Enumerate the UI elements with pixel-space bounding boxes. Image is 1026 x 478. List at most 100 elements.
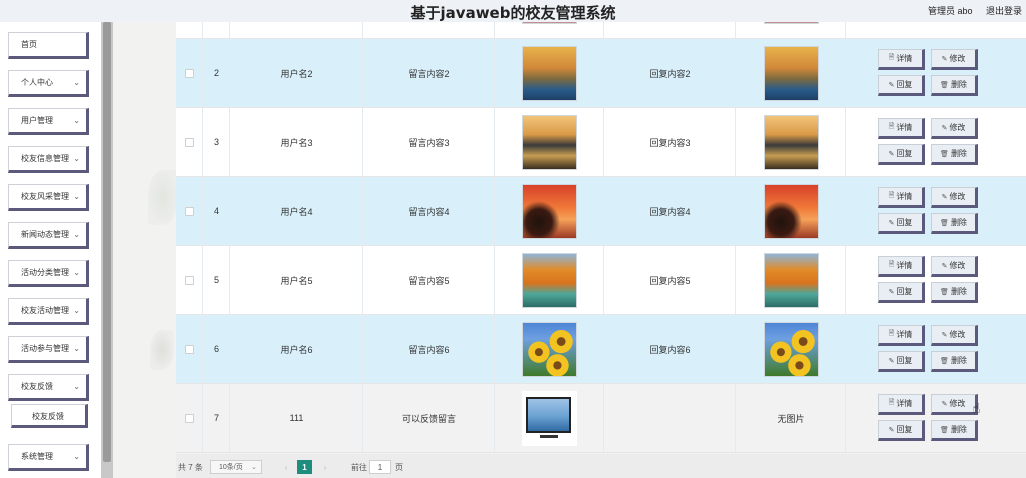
reply-label: 回复 (896, 149, 913, 158)
sidebar-item[interactable]: 活动分类管理 ⌄ (8, 260, 89, 287)
scrollbar-thumb[interactable] (103, 22, 111, 462)
row-checkbox[interactable] (185, 345, 194, 354)
page-unit-label: 页 (395, 462, 403, 472)
reply-button[interactable]: ✎ 回复 (878, 282, 925, 303)
row-checkbox[interactable] (185, 138, 194, 147)
record-image (522, 322, 577, 377)
row-checkbox[interactable] (185, 276, 194, 285)
sidebar-item[interactable]: 活动参与管理 ⌄ (8, 336, 89, 363)
delete-label: 删除 (950, 425, 967, 434)
sidebar-item[interactable]: 校友信息管理 ⌄ (8, 146, 89, 173)
delete-button[interactable]: 🗑 删除 (931, 144, 978, 165)
sidebar-item-label: 首页 (21, 40, 37, 49)
record-image (522, 391, 577, 446)
detail-button[interactable]: 🗎 详情 (878, 325, 925, 346)
sidebar-item[interactable]: 校友反馈 ⌄ (8, 374, 89, 401)
reply-cell: 回复内容4 (649, 206, 691, 217)
edit-icon: ✎ (941, 193, 948, 201)
record-image (522, 115, 577, 170)
edit-icon: ✎ (941, 124, 948, 132)
row-checkbox[interactable] (185, 414, 194, 423)
detail-button[interactable]: 🗎 详情 (878, 187, 925, 208)
delete-button[interactable]: 🗑 删除 (931, 282, 978, 303)
sidebar-item-label: 活动参与管理 (21, 344, 69, 353)
edit-button[interactable]: ✎ 修改 (931, 325, 978, 346)
sidebar: 首页 个人中心 ⌄ 用户管理 ⌄ 校友信息管理 ⌄ 校友风采管理 ⌄ 新闻动态管理 ⌄ 活动分类管理 ⌄… (0, 22, 101, 478)
message-cell: 留言内容4 (408, 206, 450, 217)
edit-button[interactable]: ✎ 修改 (931, 394, 978, 415)
page-number-button[interactable]: 1 (297, 460, 312, 474)
reply-button[interactable]: ✎ 回复 (878, 213, 925, 234)
reply-icon: ✎ (888, 288, 895, 296)
message-cell: 可以反馈留言 (401, 413, 456, 424)
sidebar-item[interactable]: 新闻动态管理 ⌄ (8, 222, 89, 249)
delete-button[interactable]: 🗑 删除 (931, 420, 978, 441)
detail-button[interactable]: 🗎 详情 (878, 118, 925, 139)
reply-button[interactable]: ✎ 回复 (878, 351, 925, 372)
tv-stand (540, 435, 558, 438)
edit-button[interactable]: ✎ 修改 (931, 118, 978, 139)
username-cell: 111 (289, 413, 304, 423)
next-page-button[interactable]: › (317, 460, 333, 474)
reply-image (764, 322, 819, 377)
reply-image (764, 46, 819, 101)
delete-icon: 🗑 (940, 426, 949, 434)
row-index: 3 (213, 137, 219, 147)
detail-label: 详情 (896, 123, 913, 132)
delete-icon: 🗑 (940, 81, 949, 89)
chevron-right-icon: › (323, 462, 327, 472)
table-row: 5 用户名5 留言内容5 回复内容5 🗎 详情 ✎ 修改 ✎ 回复 🗑 删除 (176, 246, 1026, 315)
reply-label: 回复 (896, 287, 913, 296)
page-size-select[interactable]: 10条/页 ⌄ (210, 460, 262, 474)
page-size-value: 10条/页 (219, 464, 243, 471)
reply-button[interactable]: ✎ 回复 (878, 144, 925, 165)
detail-icon: 🗎 (888, 399, 895, 406)
chevron-down-icon: ⌄ (73, 192, 80, 201)
logout-link[interactable]: 退出登录 (986, 4, 1022, 17)
chevron-down-icon: ⌄ (73, 382, 80, 391)
reply-button[interactable]: ✎ 回复 (878, 75, 925, 96)
chevron-down-icon: ⌄ (73, 268, 80, 277)
reply-icon: ✎ (888, 81, 895, 89)
sidebar-item[interactable]: 校友活动管理 ⌄ (8, 298, 89, 325)
sidebar-item[interactable]: 校友反馈 (11, 404, 88, 428)
detail-button[interactable]: 🗎 详情 (878, 49, 925, 70)
row-index: 6 (213, 344, 219, 354)
edit-button[interactable]: ✎ 修改 (931, 49, 978, 70)
sidebar-item[interactable]: 系统管理 ⌄ (8, 444, 89, 471)
chevron-down-icon: ⌄ (73, 154, 80, 163)
edit-button[interactable]: ✎ 修改 (931, 256, 978, 277)
sidebar-scrollbar[interactable] (101, 22, 113, 478)
prev-page-button[interactable]: ‹ (278, 460, 294, 474)
row-checkbox[interactable] (185, 69, 194, 78)
sidebar-item[interactable]: 首页 (8, 32, 89, 59)
goto-page-input[interactable]: 1 (369, 460, 391, 474)
reply-icon: ✎ (888, 150, 895, 158)
delete-label: 删除 (950, 218, 967, 227)
table-row: 4 用户名4 留言内容4 回复内容4 🗎 详情 ✎ 修改 ✎ 回复 🗑 删除 (176, 177, 1026, 246)
chevron-down-icon: ⌄ (73, 230, 80, 239)
edit-button[interactable]: ✎ 修改 (931, 187, 978, 208)
row-checkbox[interactable] (185, 207, 194, 216)
sidebar-item-label: 系统管理 (21, 452, 53, 461)
reply-cell (604, 384, 736, 452)
sidebar-item-label: 新闻动态管理 (21, 230, 69, 239)
delete-button[interactable]: 🗑 删除 (931, 75, 978, 96)
username-cell: 用户名5 (280, 275, 313, 286)
table-row: 3 用户名3 留言内容3 回复内容3 🗎 详情 ✎ 修改 ✎ 回复 🗑 删除 (176, 108, 1026, 177)
username-cell: 用户名2 (280, 68, 313, 79)
delete-button[interactable]: 🗑 删除 (931, 213, 978, 234)
sidebar-item[interactable]: 用户管理 ⌄ (8, 108, 89, 135)
delete-button[interactable]: 🗑 删除 (931, 351, 978, 372)
reply-image (764, 115, 819, 170)
sidebar-item[interactable]: 个人中心 ⌄ (8, 70, 89, 97)
delete-label: 删除 (950, 287, 967, 296)
delete-label: 删除 (950, 80, 967, 89)
edit-label: 修改 (949, 192, 966, 201)
edit-label: 修改 (949, 54, 966, 63)
detail-icon: 🗎 (888, 123, 895, 130)
reply-button[interactable]: ✎ 回复 (878, 420, 925, 441)
detail-button[interactable]: 🗎 详情 (878, 256, 925, 277)
sidebar-item[interactable]: 校友风采管理 ⌄ (8, 184, 89, 211)
detail-button[interactable]: 🗎 详情 (878, 394, 925, 415)
